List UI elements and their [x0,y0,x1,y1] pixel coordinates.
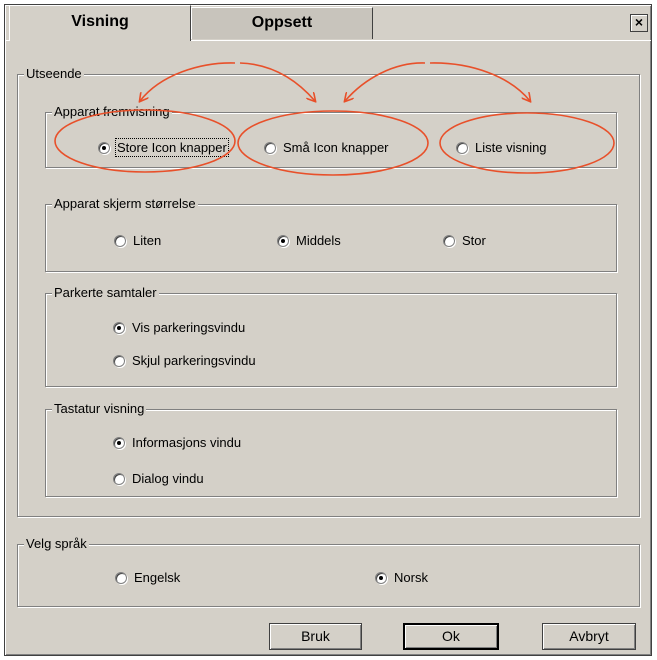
screen-size-group: Apparat skjerm størrelse Liten Middels S… [45,196,617,272]
parked-calls-group: Parkerte samtaler Vis parkeringsvindu Sk… [45,285,617,387]
radio-norwegian[interactable]: Norsk [375,570,428,585]
device-view-group: Apparat fremvisning Store Icon knapper S… [45,104,617,168]
screen-size-legend: Apparat skjerm størrelse [52,196,198,212]
cancel-button[interactable]: Avbryt [542,623,636,650]
parked-calls-legend: Parkerte samtaler [52,285,159,301]
radio-hide-parking-window[interactable]: Skjul parkeringsvindu [113,353,256,368]
radio-small-icons-indicator [264,141,276,154]
radio-dialog-window-label: Dialog vindu [132,471,204,486]
radio-size-medium[interactable]: Middels [277,233,341,248]
radio-show-parking-window[interactable]: Vis parkeringsvindu [113,320,245,335]
radio-size-small-label: Liten [133,233,162,248]
radio-large-icons-indicator [98,141,110,154]
ok-button[interactable]: Ok [403,623,499,650]
radio-english-label: Engelsk [134,570,181,585]
radio-info-window-indicator [113,436,125,449]
appearance-legend: Utseende [24,66,84,82]
radio-info-window[interactable]: Informasjons vindu [113,435,241,450]
tab-bar: Visning Oppsett × [5,5,651,41]
radio-english-indicator [115,571,127,584]
radio-list-view-indicator [456,141,468,154]
close-icon[interactable]: × [630,14,648,32]
radio-size-large-label: Stor [462,233,486,248]
tab-oppsett[interactable]: Oppsett [191,7,373,39]
radio-size-small-indicator [114,234,126,247]
radio-hide-parking-label: Skjul parkeringsvindu [132,353,256,368]
radio-dialog-window[interactable]: Dialog vindu [113,471,204,486]
radio-list-view-label: Liste visning [475,140,547,155]
radio-info-window-label: Informasjons vindu [132,435,242,450]
apply-button[interactable]: Bruk [269,623,362,650]
radio-small-icons-label: Små Icon knapper [283,140,389,155]
tab-visning[interactable]: Visning [9,5,191,41]
language-group: Velg språk Engelsk Norsk [17,536,640,607]
radio-dialog-window-indicator [113,472,125,485]
radio-size-small[interactable]: Liten [114,233,161,248]
keyboard-view-group: Tastatur visning Informasjons vindu Dial… [45,401,617,497]
radio-size-large-indicator [443,234,455,247]
radio-norwegian-indicator [375,571,387,584]
keyboard-view-legend: Tastatur visning [52,401,147,417]
radio-english[interactable]: Engelsk [115,570,180,585]
settings-dialog: Visning Oppsett × Utseende Apparat fremv… [4,4,652,656]
radio-small-icons[interactable]: Små Icon knapper [264,140,389,155]
radio-hide-parking-indicator [113,354,125,367]
radio-size-medium-label: Middels [296,233,341,248]
radio-norwegian-label: Norsk [394,570,428,585]
radio-large-icons-label: Store Icon knapper [115,138,229,157]
radio-large-icons[interactable]: Store Icon knapper [98,138,229,157]
radio-size-medium-indicator [277,234,289,247]
radio-show-parking-indicator [113,321,125,334]
radio-size-large[interactable]: Stor [443,233,486,248]
radio-show-parking-label: Vis parkeringsvindu [132,320,246,335]
language-legend: Velg språk [24,536,89,552]
radio-list-view[interactable]: Liste visning [456,140,547,155]
device-view-legend: Apparat fremvisning [52,104,172,120]
